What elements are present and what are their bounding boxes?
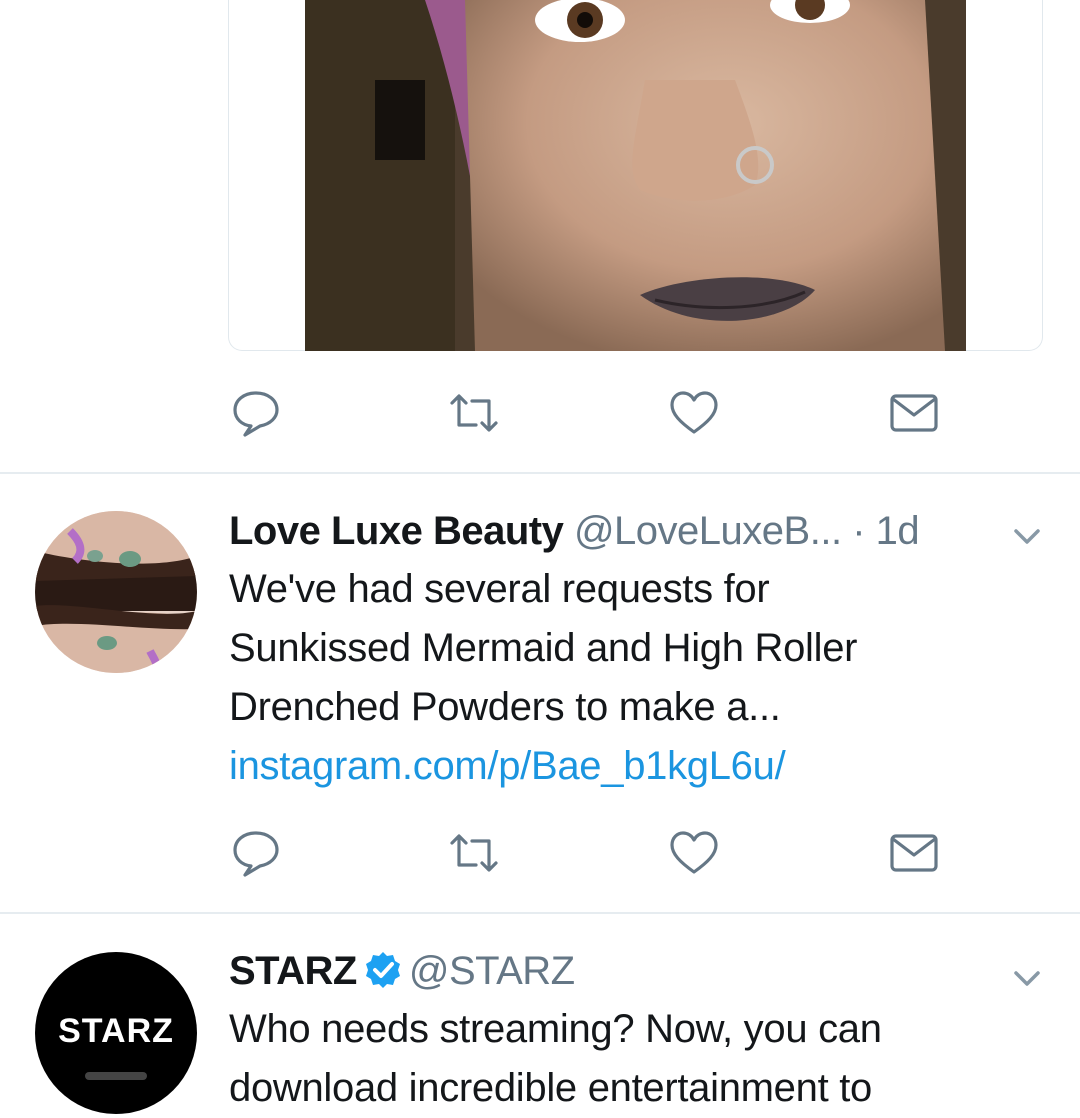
selfie-photo-image <box>305 0 966 351</box>
tweet-text: Who needs streaming? Now, you can downlo… <box>229 1000 1049 1118</box>
tweet-menu-button[interactable] <box>1010 961 1044 995</box>
like-icon <box>670 391 718 434</box>
user-handle[interactable]: @STARZ <box>409 949 575 993</box>
avatar[interactable]: STARZ <box>35 952 197 1114</box>
direct-message-button[interactable] <box>888 827 940 879</box>
direct-message-icon <box>890 834 938 872</box>
tweet-media-photo[interactable] <box>305 0 966 351</box>
love-luxe-beauty-avatar-image <box>35 511 197 673</box>
tweet-divider <box>0 472 1080 474</box>
reply-button[interactable] <box>230 827 282 879</box>
tweet-text: We've had several requests for Sunkissed… <box>229 560 1049 796</box>
like-button[interactable] <box>668 827 720 879</box>
tweet-header: STARZ @STARZ <box>229 947 575 995</box>
tweet-link[interactable]: instagram.com/p/Bae_b1kgL6u/ <box>229 737 1049 796</box>
reply-icon <box>233 391 279 437</box>
tweet-text-line: Sunkissed Mermaid and High Roller <box>229 626 858 670</box>
reply-button[interactable] <box>230 387 282 439</box>
verified-badge-icon <box>363 950 403 990</box>
chevron-down-icon <box>1014 971 1040 986</box>
tweet-text-line: We've had several requests for <box>229 567 770 611</box>
avatar[interactable] <box>35 511 197 673</box>
tweet-header: Love Luxe Beauty @LoveLuxeB... · 1d <box>229 507 920 555</box>
reply-icon <box>233 831 279 877</box>
retweet-button[interactable] <box>448 827 500 879</box>
tweet-timestamp[interactable]: · 1d <box>852 509 919 553</box>
display-name[interactable]: Love Luxe Beauty <box>229 509 564 553</box>
tweet-divider <box>0 912 1080 914</box>
starz-logo-text: STARZ <box>58 1012 174 1050</box>
like-icon <box>670 831 718 874</box>
chevron-down-icon <box>1014 529 1040 544</box>
display-name[interactable]: STARZ <box>229 949 357 993</box>
tweet-menu-button[interactable] <box>1010 519 1044 553</box>
tweet-text-line: Who needs streaming? Now, you can <box>229 1007 882 1051</box>
direct-message-button[interactable] <box>888 387 940 439</box>
user-handle[interactable]: @LoveLuxeB... <box>574 509 842 553</box>
tweet-text-line: Drenched Powders to make a... <box>229 685 781 729</box>
direct-message-icon <box>890 394 938 432</box>
retweet-button[interactable] <box>448 387 500 439</box>
avatar-decoration <box>85 1072 147 1080</box>
retweet-icon <box>450 394 498 432</box>
tweet-text-line: download incredible entertainment to <box>229 1066 872 1110</box>
retweet-icon <box>450 834 498 872</box>
like-button[interactable] <box>668 387 720 439</box>
